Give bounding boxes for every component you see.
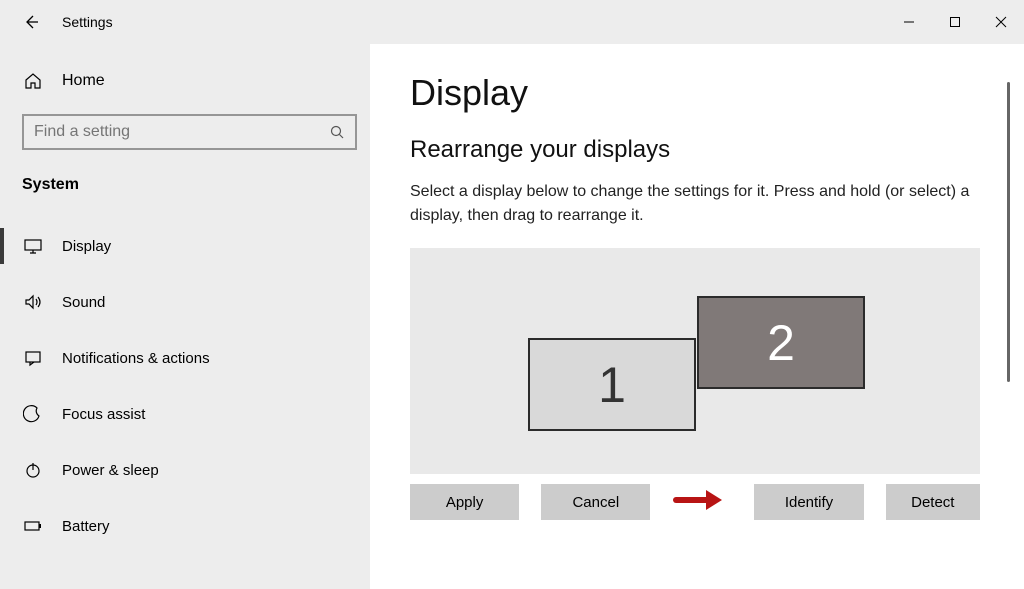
search-icon (329, 124, 345, 140)
titlebar-left: Settings (0, 13, 113, 31)
monitor-1[interactable]: 1 (528, 338, 696, 431)
minimize-button[interactable] (886, 0, 932, 44)
sidebar-item-label: Focus assist (62, 406, 145, 423)
display-icon (22, 235, 44, 257)
settings-window: Settings Home (0, 0, 1024, 589)
focus-assist-icon (22, 403, 44, 425)
section-heading: Rearrange your displays (410, 136, 1002, 164)
cancel-button[interactable]: Cancel (541, 484, 650, 520)
titlebar: Settings (0, 0, 1024, 44)
sidebar-item-focus-assist[interactable]: Focus assist (0, 386, 370, 442)
display-arrange-canvas[interactable]: 2 1 (410, 248, 980, 474)
sound-icon (22, 291, 44, 313)
sidebar-item-sound[interactable]: Sound (0, 274, 370, 330)
window-title: Settings (62, 14, 113, 30)
search-input[interactable] (34, 123, 329, 141)
monitor-1-label: 1 (598, 356, 626, 414)
home-nav[interactable]: Home (0, 44, 370, 108)
arrow-annotation-icon (672, 487, 726, 518)
window-controls (886, 0, 1024, 44)
home-label: Home (62, 72, 105, 90)
body: Home System Display (0, 44, 1024, 589)
sidebar-item-battery[interactable]: Battery (0, 498, 370, 554)
battery-icon (22, 515, 44, 537)
sidebar-item-label: Notifications & actions (62, 350, 210, 367)
scrollbar[interactable] (1006, 72, 1010, 589)
search-box[interactable] (22, 114, 357, 150)
sidebar: Home System Display (0, 44, 370, 589)
monitor-2-label: 2 (767, 314, 795, 372)
search-wrap (22, 114, 358, 150)
section-description: Select a display below to change the set… (410, 180, 990, 228)
scrollbar-thumb[interactable] (1007, 82, 1010, 382)
maximize-button[interactable] (932, 0, 978, 44)
content-inner: Display Rearrange your displays Select a… (410, 72, 1002, 589)
nav-list: Display Sound Notifications & actions (0, 218, 370, 554)
detect-button[interactable]: Detect (886, 484, 980, 520)
close-button[interactable] (978, 0, 1024, 44)
content: Display Rearrange your displays Select a… (370, 44, 1024, 589)
button-row: Apply Cancel Identify Detect (410, 484, 980, 520)
sidebar-item-label: Power & sleep (62, 462, 159, 479)
identify-button[interactable]: Identify (754, 484, 863, 520)
annotation-spacer (672, 487, 732, 518)
sidebar-item-power-sleep[interactable]: Power & sleep (0, 442, 370, 498)
sidebar-item-label: Display (62, 238, 111, 255)
sidebar-item-label: Sound (62, 294, 105, 311)
notifications-icon (22, 347, 44, 369)
sidebar-item-display[interactable]: Display (0, 218, 370, 274)
monitor-2[interactable]: 2 (697, 296, 865, 389)
home-icon (22, 70, 44, 92)
section-title: System (0, 158, 370, 212)
back-button[interactable] (22, 13, 40, 31)
page-title: Display (410, 72, 1002, 114)
apply-button[interactable]: Apply (410, 484, 519, 520)
power-icon (22, 459, 44, 481)
sidebar-item-notifications[interactable]: Notifications & actions (0, 330, 370, 386)
sidebar-item-label: Battery (62, 518, 110, 535)
